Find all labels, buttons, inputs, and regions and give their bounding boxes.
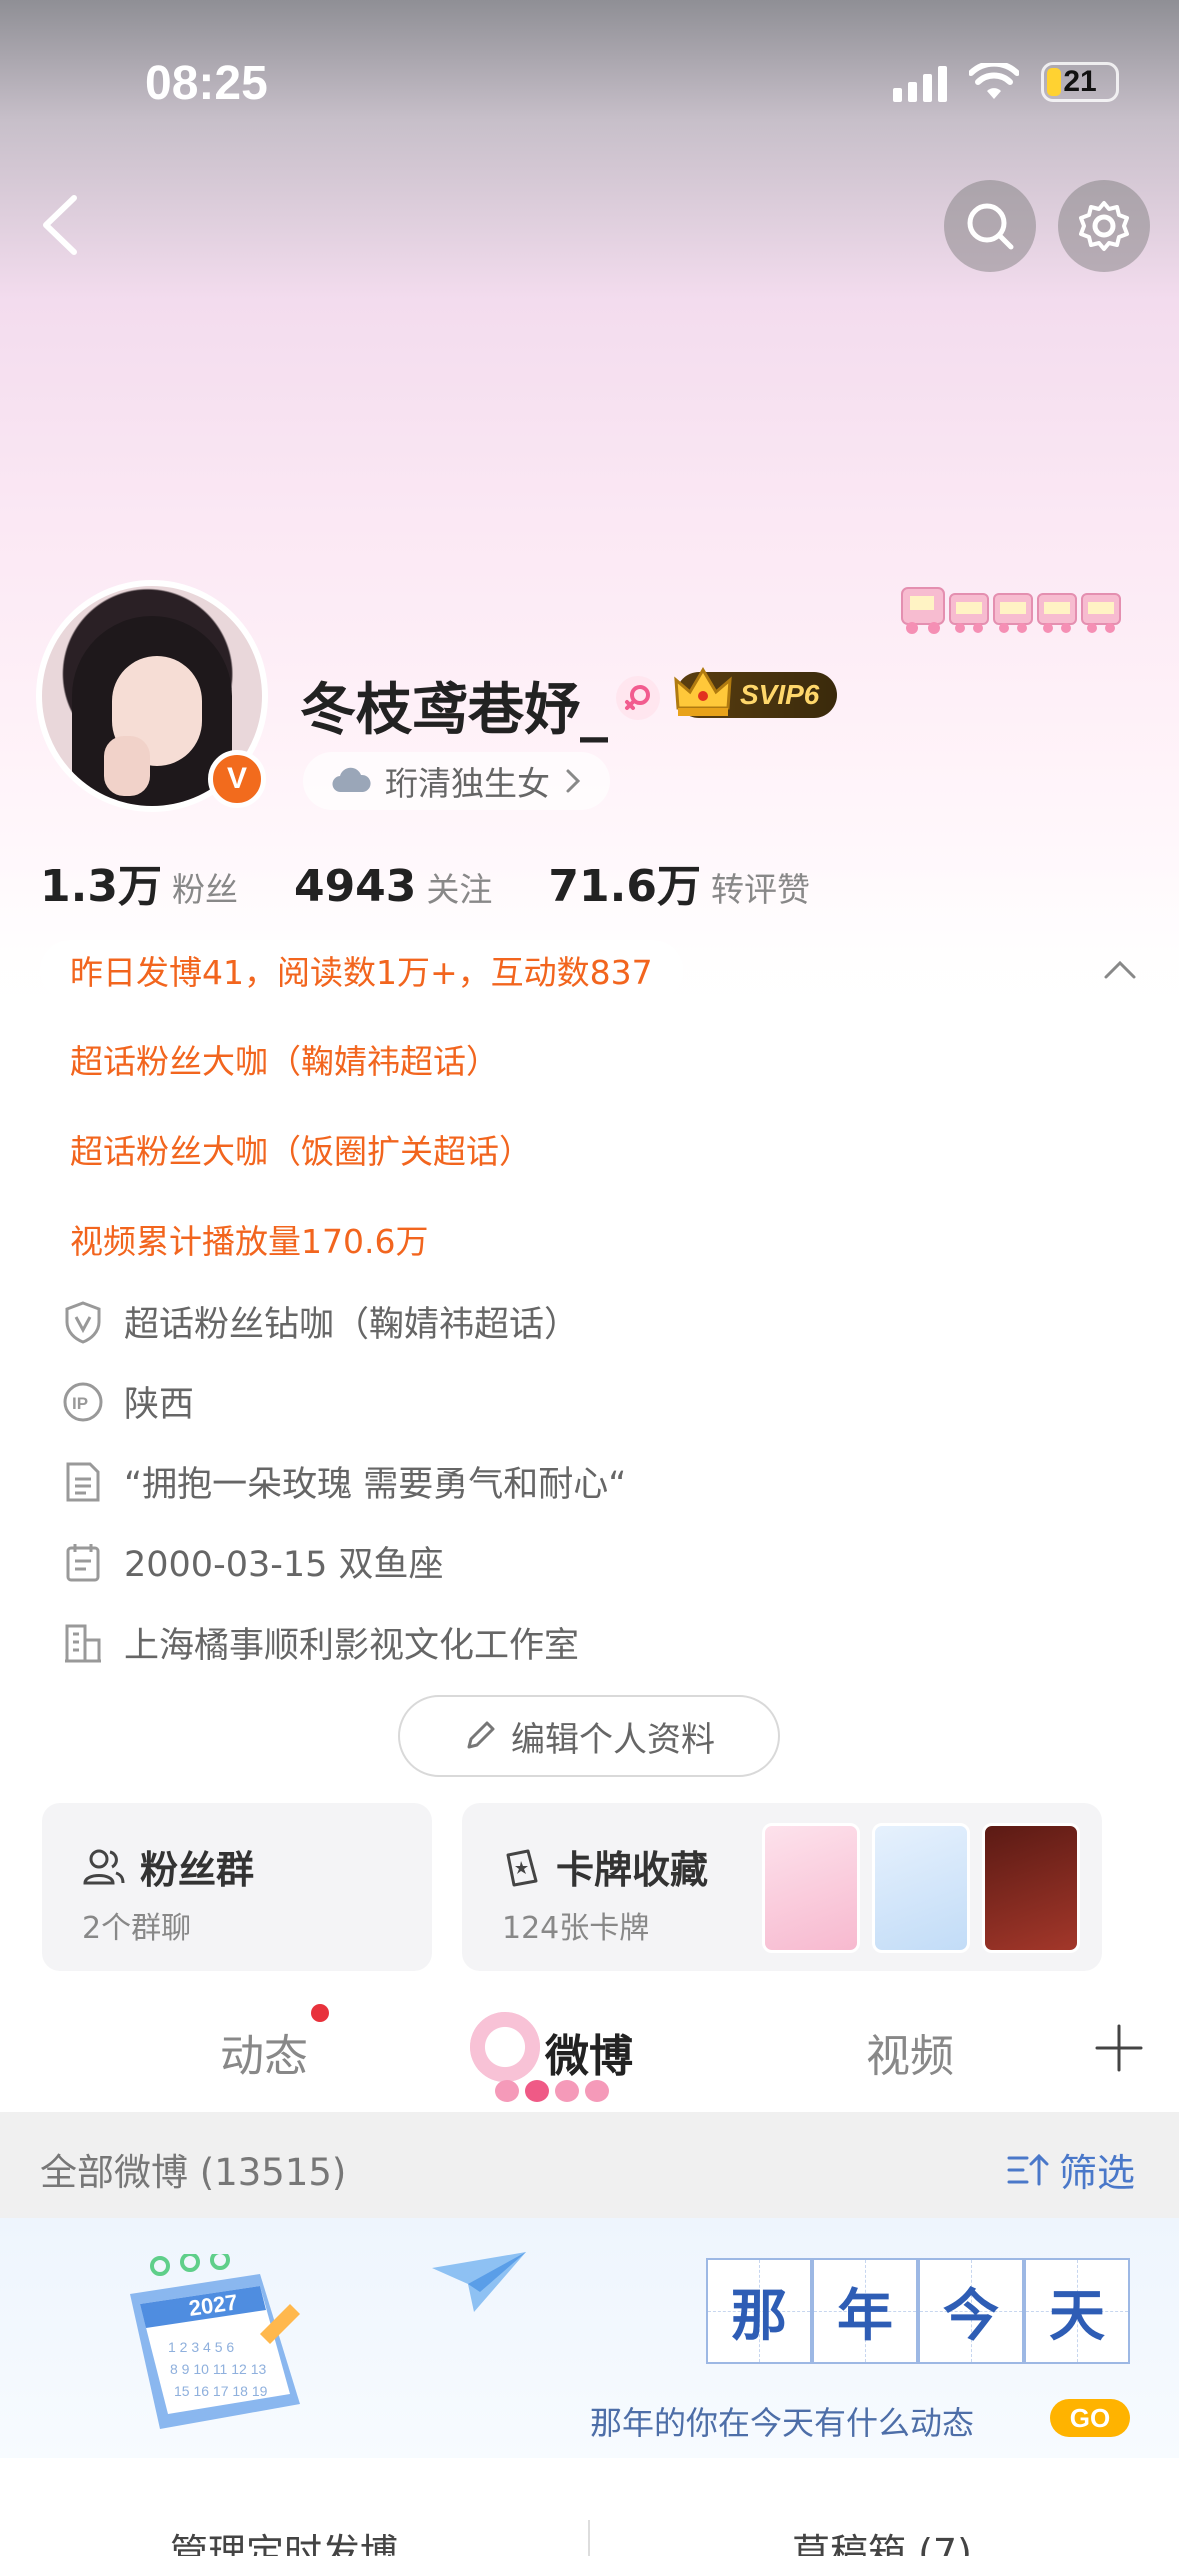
pencil-icon bbox=[467, 1721, 495, 1749]
chevron-right-icon bbox=[566, 769, 581, 793]
settings-button[interactable] bbox=[1058, 180, 1150, 272]
highlight-supertopic-2[interactable]: 超话粉丝大咖（饭圈扩关超话） bbox=[40, 1119, 562, 1179]
on-this-day-subtitle: 那年的你在今天有什么动态 bbox=[590, 2404, 975, 2442]
stat-followers[interactable]: 1.3万 粉丝 bbox=[40, 850, 238, 914]
tagline-pill[interactable]: 珩清独生女 bbox=[303, 752, 610, 810]
svg-text:IP: IP bbox=[72, 1394, 88, 1413]
search-icon bbox=[967, 203, 1014, 250]
fans-group-card[interactable]: 粉丝群 2个群聊 bbox=[42, 1803, 432, 1971]
female-gender-icon bbox=[616, 676, 660, 720]
tab-avatar-decoration-icon bbox=[470, 2012, 540, 2082]
go-button[interactable]: GO bbox=[1050, 2399, 1130, 2437]
info-bio: “拥抱一朵玫瑰 需要勇气和耐心“ bbox=[62, 1456, 626, 1507]
search-button[interactable] bbox=[944, 180, 1036, 272]
building-icon bbox=[62, 1622, 104, 1664]
notification-dot bbox=[311, 2004, 329, 2022]
paper-plane-icon bbox=[432, 2252, 526, 2312]
ip-location-icon: IP bbox=[62, 1381, 104, 1423]
username: 冬枝鸢巷妤_ bbox=[300, 678, 608, 743]
drafts-button[interactable]: 草稿箱 (7) bbox=[792, 2522, 972, 2556]
on-this-day-title: 那 年 今 天 bbox=[706, 2258, 1130, 2364]
back-arrow-icon[interactable] bbox=[30, 190, 90, 260]
svip-label: SVIP6 bbox=[740, 679, 820, 710]
verified-badge: V bbox=[208, 750, 266, 808]
card-star-icon bbox=[506, 1849, 538, 1886]
stat-following[interactable]: 4943 关注 bbox=[294, 861, 492, 912]
chevron-up-icon[interactable] bbox=[1100, 955, 1140, 985]
crown-icon bbox=[674, 667, 732, 716]
calendar-icon bbox=[62, 1541, 104, 1583]
status-icons: 21 bbox=[893, 62, 1119, 102]
flower-decoration-icon bbox=[495, 2080, 609, 2102]
fans-group-title: 粉丝群 bbox=[140, 1848, 255, 1892]
card-thumbnail bbox=[872, 1823, 970, 1953]
add-tab-icon[interactable] bbox=[1093, 2022, 1145, 2074]
svg-text:8 9 10 11 12 13: 8 9 10 11 12 13 bbox=[170, 2361, 266, 2377]
filter-icon bbox=[1007, 2153, 1049, 2185]
gear-icon bbox=[1079, 201, 1129, 251]
info-birthday: 2000-03-15 双鱼座 bbox=[62, 1536, 444, 1587]
highlight-video-plays[interactable]: 视频累计播放量170.6万 bbox=[40, 1209, 458, 1269]
train-decoration-icon bbox=[901, 587, 1121, 634]
profile-stats: 1.3万 粉丝 4943 关注 71.6万 转评赞 bbox=[40, 850, 866, 914]
fans-group-subtitle: 2个群聊 bbox=[82, 1911, 192, 1946]
card-thumbnail bbox=[762, 1823, 860, 1953]
svip-badge[interactable]: SVIP6 bbox=[674, 667, 838, 718]
card-thumbnail bbox=[982, 1823, 1080, 1953]
tagline-text: 珩清独生女 bbox=[385, 764, 550, 803]
card-collection-card[interactable]: 卡牌收藏 124张卡牌 bbox=[462, 1803, 1102, 1971]
card-collection-title: 卡牌收藏 bbox=[556, 1848, 709, 1892]
shield-v-icon bbox=[62, 1300, 104, 1344]
svg-text:1 2 3 4 5 6: 1 2 3 4 5 6 bbox=[168, 2339, 234, 2355]
cloud-icon bbox=[332, 767, 371, 793]
status-time: 08:25 bbox=[145, 57, 268, 110]
document-icon bbox=[62, 1461, 104, 1503]
manage-scheduled-posts-button[interactable]: 管理定时发博 bbox=[170, 2522, 398, 2556]
calendar-illustration-icon: 2027 1 2 3 4 5 6 8 9 10 11 12 13 15 16 1… bbox=[130, 2254, 300, 2429]
battery-icon: 21 bbox=[1041, 62, 1119, 102]
profile-page: 08:25 21 V 冬枝鸢巷妤_ SVIP6 珩清独生女 1.3万 粉丝 49… bbox=[0, 0, 1179, 2556]
info-ip-location: IP 陕西 bbox=[62, 1376, 194, 1427]
tab-weibo[interactable]: 微博 bbox=[545, 2020, 633, 2084]
tab-video[interactable]: 视频 bbox=[866, 2020, 954, 2084]
cellular-signal-icon bbox=[893, 62, 947, 102]
group-icon bbox=[83, 1849, 125, 1884]
wifi-icon bbox=[969, 63, 1019, 99]
filter-button[interactable]: 筛选 bbox=[1005, 2142, 1135, 2197]
tab-activity[interactable]: 动态 bbox=[220, 2020, 308, 2084]
weibo-filter-bar: 全部微博 (13515) 筛选 bbox=[0, 2112, 1179, 2218]
all-weibo-count: 全部微博 (13515) bbox=[40, 2151, 347, 2194]
highlight-supertopic-1[interactable]: 超话粉丝大咖（鞠婧祎超话） bbox=[40, 1029, 529, 1089]
on-this-day-banner[interactable]: 2027 1 2 3 4 5 6 8 9 10 11 12 13 15 16 1… bbox=[0, 2218, 1179, 2458]
card-collection-subtitle: 124张卡牌 bbox=[502, 1911, 650, 1946]
info-supertopic: 超话粉丝钻咖（鞠婧祎超话） bbox=[62, 1296, 579, 1347]
divider bbox=[588, 2520, 590, 2556]
edit-profile-button[interactable]: 编辑个人资料 bbox=[398, 1695, 780, 1777]
battery-level: 21 bbox=[1063, 65, 1097, 98]
bottom-actions: 管理定时发博 草稿箱 (7) bbox=[0, 2484, 1179, 2556]
highlight-daily-stats[interactable]: 昨日发博41，阅读数1万+，互动数837 bbox=[40, 940, 683, 1000]
stat-likes[interactable]: 71.6万 转评赞 bbox=[548, 850, 810, 914]
svg-text:15 16 17 18 19: 15 16 17 18 19 bbox=[174, 2383, 268, 2399]
info-company: 上海橘事顺利影视文化工作室 bbox=[62, 1617, 579, 1668]
